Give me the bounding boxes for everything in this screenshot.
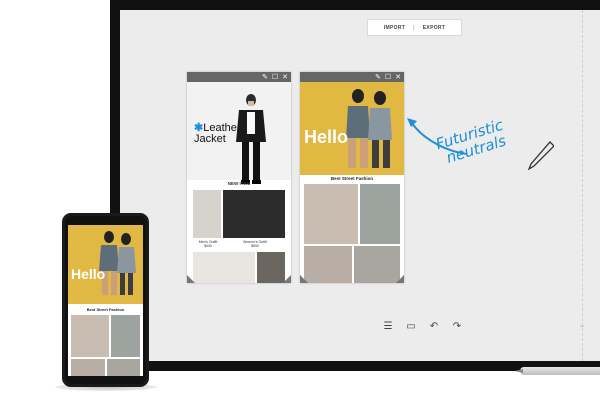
leather-jacket-card[interactable]: ✎ ☐ ✕ ✱Leather Jacket NEW ITEM Men's Out… — [187, 72, 291, 283]
window-icon[interactable]: ☐ — [272, 74, 278, 81]
street-fashion-card[interactable]: ✎ ☐ ✕ Hello Best Street Fashion — [300, 72, 404, 283]
section-label: Best Street Fashion — [330, 176, 374, 181]
window-icon[interactable]: ☐ — [385, 74, 391, 81]
item-caption: Men's Outfit $400 — [198, 240, 218, 248]
import-export-bar: IMPORT | EXPORT — [367, 19, 462, 36]
fashion-thumb[interactable] — [354, 246, 400, 283]
heading: ✱Leather Jacket — [194, 123, 241, 145]
frame-icon[interactable]: ▭ — [405, 321, 417, 332]
phone-section-label: Best Street Fashion — [86, 307, 125, 312]
phone-fashion-thumb[interactable] — [111, 315, 140, 357]
redo-icon[interactable]: ↷ — [451, 321, 463, 332]
phone-screen[interactable]: Hello Best Street Fashion — [68, 225, 143, 376]
card-title-bar: ✎ ☐ ✕ — [187, 72, 291, 82]
resize-handle[interactable] — [300, 275, 308, 283]
fashion-thumb[interactable] — [360, 184, 400, 244]
phone-fashion-thumb[interactable] — [107, 359, 140, 376]
resize-icon[interactable]: ↔ — [579, 323, 585, 329]
bottom-toolbar: ☰ ▭ ↶ ↷ — [382, 321, 463, 332]
undo-icon[interactable]: ↶ — [428, 321, 440, 332]
phone-fashion-thumb[interactable] — [71, 359, 105, 376]
scene: IMPORT | EXPORT ✎ ☐ ✕ ✱Leather Jacket NE… — [0, 0, 600, 411]
product-thumb[interactable] — [223, 190, 285, 238]
stylus-pen — [520, 367, 600, 375]
phone-bezel: Hello Best Street Fashion — [65, 216, 146, 384]
edit-icon[interactable]: ✎ — [375, 74, 381, 81]
close-icon[interactable]: ✕ — [282, 74, 288, 81]
phone-hero-image: Hello — [68, 225, 143, 304]
fashion-thumb[interactable] — [304, 184, 358, 244]
close-icon[interactable]: ✕ — [395, 74, 401, 81]
product-thumb[interactable] — [193, 252, 255, 283]
phone-fashion-thumb[interactable] — [71, 315, 109, 357]
resize-handle[interactable] — [283, 275, 291, 283]
hero-text: Hello — [304, 127, 349, 147]
card-hero-image: ✱Leather Jacket — [187, 82, 291, 184]
edit-icon[interactable]: ✎ — [262, 74, 268, 81]
card-hero-image: Hello — [300, 82, 404, 175]
menu-icon[interactable]: ☰ — [382, 321, 394, 332]
phone-models-photo — [99, 231, 136, 295]
smartphone: Hello Best Street Fashion — [62, 213, 149, 387]
section-label: NEW ITEM — [227, 181, 251, 186]
card-title-bar: ✎ ☐ ✕ — [300, 72, 404, 82]
resize-handle[interactable] — [396, 275, 404, 283]
product-thumb[interactable] — [257, 252, 285, 283]
item-caption: Women's Outfit $500 — [243, 240, 267, 248]
stylus-cursor-icon — [528, 141, 554, 170]
product-thumb[interactable] — [193, 190, 221, 238]
toolbar-separator: | — [413, 24, 415, 31]
phone-hero-text: Hello — [71, 266, 106, 282]
resize-handle[interactable] — [187, 275, 195, 283]
export-button[interactable]: EXPORT — [423, 25, 445, 31]
import-button[interactable]: IMPORT — [384, 25, 405, 31]
heading-line2: Jacket — [194, 133, 226, 145]
side-panel-edge[interactable] — [582, 10, 590, 361]
fashion-thumb[interactable] — [304, 246, 352, 283]
